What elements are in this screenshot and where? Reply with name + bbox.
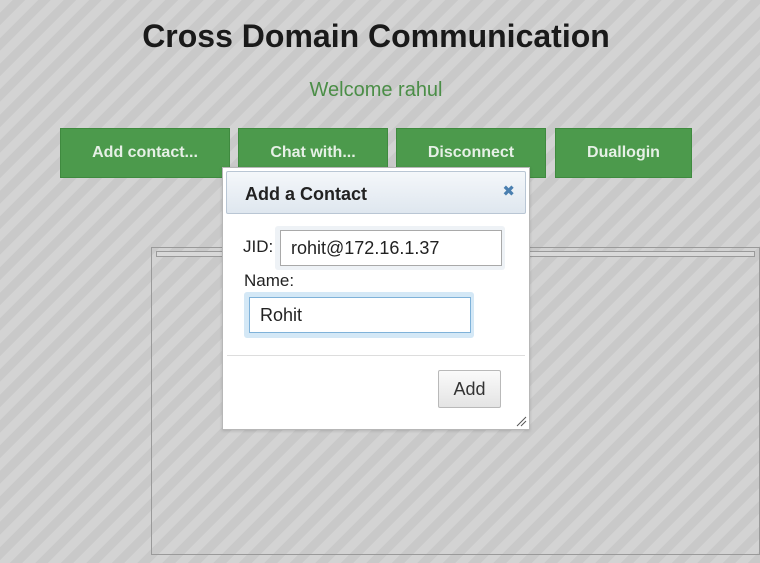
name-input[interactable] — [249, 297, 471, 333]
welcome-message: Welcome rahul — [309, 79, 443, 101]
name-field-wrapper — [244, 292, 474, 338]
dialog-titlebar[interactable]: Add a Contact ✖ — [226, 171, 526, 214]
add-contact-button[interactable]: Add contact... — [60, 128, 230, 178]
close-icon[interactable]: ✖ — [502, 183, 515, 201]
jid-input[interactable] — [280, 230, 502, 266]
add-button[interactable]: Add — [438, 370, 501, 408]
duallogin-button[interactable]: Duallogin — [555, 128, 692, 178]
dialog-title: Add a Contact — [245, 184, 368, 204]
page-title: Cross Domain Communication — [142, 18, 610, 54]
resize-handle-icon[interactable] — [515, 415, 527, 427]
dialog-divider — [227, 355, 525, 356]
add-contact-dialog: Add a Contact ✖ JID: Name: Add — [222, 167, 530, 430]
jid-label: JID: — [243, 237, 274, 256]
jid-field-wrapper — [275, 226, 505, 270]
name-label: Name: — [244, 271, 295, 290]
